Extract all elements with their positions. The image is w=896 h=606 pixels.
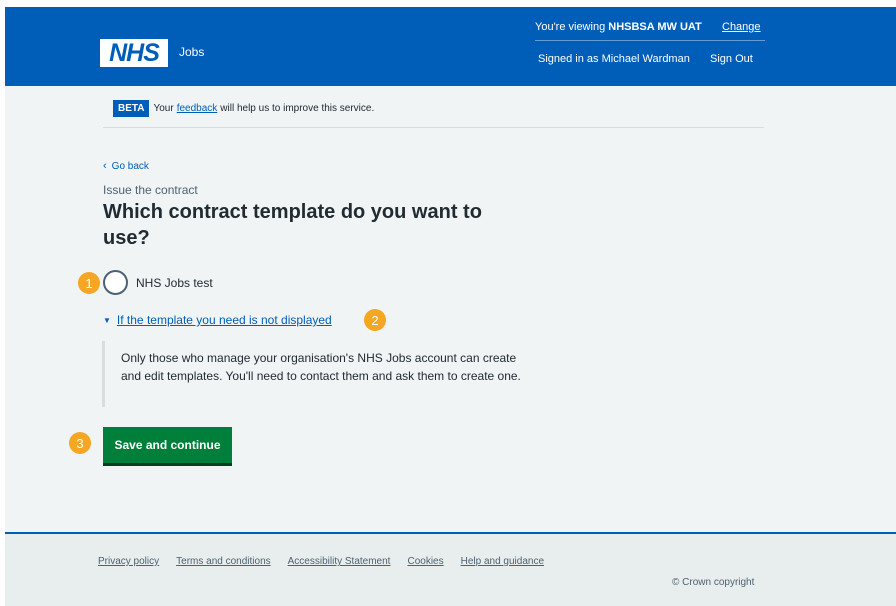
- page-title: Which contract template do you want to u…: [103, 201, 482, 249]
- footer-link-cookies[interactable]: Cookies: [407, 556, 443, 567]
- viewing-org-text: You're viewing NHSBSA MW UAT: [535, 21, 702, 33]
- change-org-link[interactable]: Change: [722, 21, 761, 33]
- step-marker-3: 3: [69, 432, 91, 454]
- header-divider: [535, 40, 765, 41]
- radio-label-nhs-jobs-test[interactable]: NHS Jobs test: [136, 276, 213, 290]
- details-summary[interactable]: ▼ If the template you need is not displa…: [103, 313, 332, 327]
- triangle-down-icon: ▼: [103, 315, 111, 325]
- viewing-org-name: NHSBSA MW UAT: [608, 21, 702, 33]
- footer-link-help[interactable]: Help and guidance: [461, 556, 544, 567]
- nhs-logo-text: NHS: [109, 38, 160, 67]
- step-marker-1: 1: [78, 272, 100, 294]
- page-frame: NHS Jobs You're viewing NHSBSA MW UAT Ch…: [5, 7, 896, 606]
- step-marker-2: 2: [364, 309, 386, 331]
- copyright-text: © Crown copyright: [672, 577, 755, 588]
- details-summary-label: If the template you need is not displaye…: [116, 313, 332, 327]
- beta-tag: BETA: [113, 100, 150, 117]
- signed-in-text: Signed in as Michael Wardman: [538, 53, 690, 65]
- beta-suffix: will help us to improve this service.: [220, 103, 375, 114]
- beta-banner: BETA Your feedback will help us to impro…: [113, 100, 374, 117]
- footer-link-privacy-policy[interactable]: Privacy policy: [98, 556, 159, 567]
- radio-nhs-jobs-test[interactable]: [103, 270, 128, 295]
- nhs-logo[interactable]: NHS: [100, 39, 168, 67]
- sign-out-link[interactable]: Sign Out: [710, 53, 753, 65]
- chevron-left-icon: ‹: [103, 160, 107, 172]
- details-body: Only those who manage your organisation'…: [102, 341, 522, 407]
- go-back-link[interactable]: ‹ Go back: [103, 160, 149, 172]
- save-and-continue-button[interactable]: Save and continue: [103, 427, 232, 463]
- footer-links: Privacy policy Terms and conditions Acce…: [98, 556, 561, 567]
- beta-divider: [103, 127, 764, 128]
- site-footer: Privacy policy Terms and conditions Acce…: [5, 534, 896, 606]
- beta-prefix: Your: [153, 103, 174, 114]
- footer-link-terms[interactable]: Terms and conditions: [176, 556, 271, 567]
- go-back-label: Go back: [111, 160, 149, 172]
- footer-link-accessibility[interactable]: Accessibility Statement: [288, 556, 391, 567]
- viewing-prefix: You're viewing: [535, 21, 606, 33]
- service-name: Jobs: [179, 45, 205, 59]
- page-caption: Issue the contract: [103, 183, 198, 197]
- site-header: NHS Jobs You're viewing NHSBSA MW UAT Ch…: [5, 7, 896, 86]
- feedback-link[interactable]: feedback: [177, 103, 218, 114]
